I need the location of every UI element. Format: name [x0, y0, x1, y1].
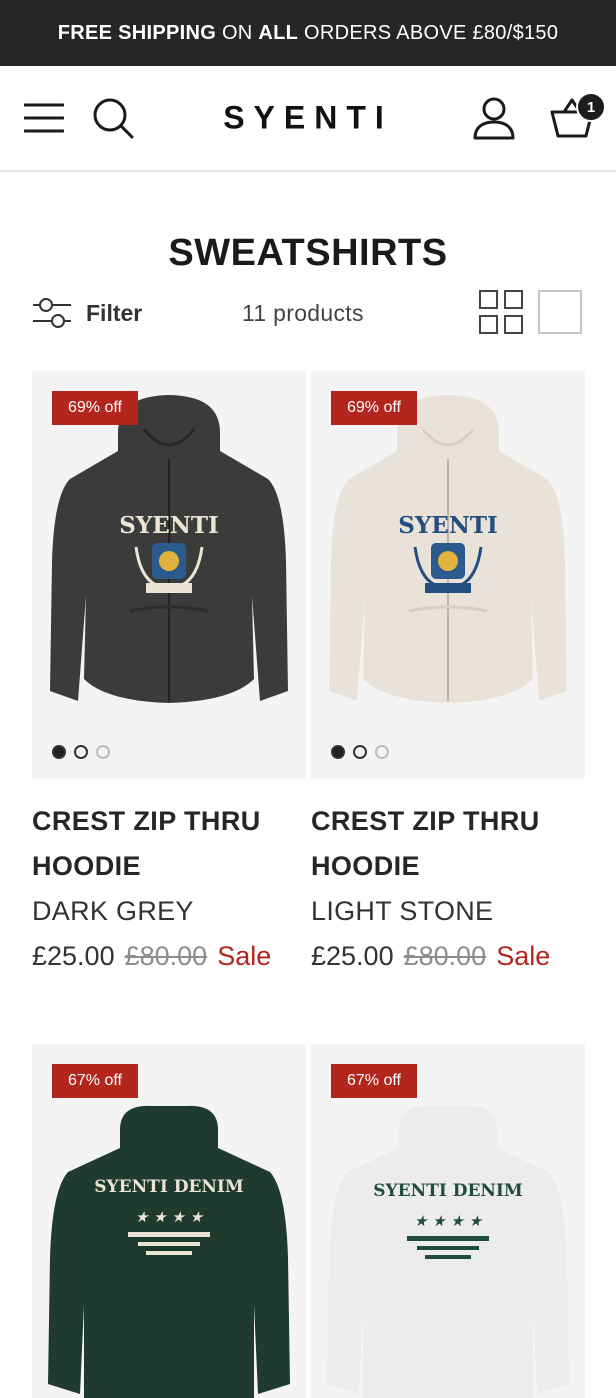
- discount-badge: 69% off: [331, 391, 417, 425]
- sale-label: Sale: [217, 941, 272, 971]
- discount-badge: 67% off: [52, 1064, 138, 1098]
- product-price-row: £25.00 £80.00 Sale: [311, 933, 585, 979]
- product-image[interactable]: SYENTI DENIM ★ ★ ★ ★ 67% off: [311, 1044, 585, 1398]
- carousel-dot[interactable]: [375, 745, 389, 759]
- svg-text:SYENTI DENIM: SYENTI DENIM: [373, 1181, 523, 1201]
- menu-button[interactable]: [24, 103, 64, 133]
- carousel-dot[interactable]: [96, 745, 110, 759]
- product-title[interactable]: CREST ZIP THRU HOODIE: [32, 799, 306, 889]
- product-color: LIGHT STONE: [311, 896, 494, 926]
- hamburger-icon: [24, 103, 64, 133]
- announcement-strong-2: ALL: [258, 21, 299, 44]
- svg-text:★ ★ ★ ★: ★ ★ ★ ★: [414, 1212, 484, 1230]
- filter-label: Filter: [86, 299, 143, 326]
- collection-title: SWEATSHIRTS: [168, 232, 448, 274]
- search-icon: [93, 98, 134, 139]
- svg-text:SYENTI: SYENTI: [398, 512, 497, 539]
- collection-toolbar: Filter 11 products: [32, 288, 584, 338]
- svg-text:SYENTI DENIM: SYENTI DENIM: [94, 1177, 244, 1197]
- grid-view-button[interactable]: [479, 290, 523, 339]
- product-card[interactable]: SYENTI DENIM ★ ★ ★ ★ 67% off: [32, 1044, 306, 1398]
- user-icon: [473, 97, 515, 140]
- cart-count-badge: 1: [576, 92, 606, 122]
- compare-price: £80.00: [403, 941, 487, 971]
- sliders-icon: [33, 298, 71, 328]
- carousel-dot[interactable]: [353, 745, 367, 759]
- zip-hoodie-image: SYENTI: [329, 395, 567, 703]
- carousel-dot[interactable]: [52, 745, 66, 759]
- carousel-dot[interactable]: [74, 745, 88, 759]
- filter-button[interactable]: Filter: [32, 288, 142, 338]
- product-color: DARK GREY: [32, 896, 194, 926]
- discount-badge: 69% off: [52, 391, 138, 425]
- product-card[interactable]: SYENTI 69% off CREST ZIP THRU HOODIE DAR…: [32, 371, 306, 979]
- sale-price: £25.00: [32, 941, 115, 971]
- site-header: SYENTI 1: [0, 66, 616, 172]
- announcement-text-1: ON: [216, 21, 259, 44]
- cart-button[interactable]: 1: [550, 92, 606, 138]
- product-title[interactable]: CREST ZIP THRU HOODIE: [311, 799, 585, 889]
- carousel-dot[interactable]: [331, 745, 345, 759]
- sale-price: £25.00: [311, 941, 394, 971]
- product-card[interactable]: SYENTI 69% off CREST ZIP THRU HOODIE LIG…: [311, 371, 585, 979]
- product-card[interactable]: SYENTI DENIM ★ ★ ★ ★ 67% off: [311, 1044, 585, 1398]
- image-carousel-dots[interactable]: [331, 745, 389, 759]
- zip-hoodie-image: SYENTI: [50, 395, 288, 703]
- svg-text:SYENTI: SYENTI: [119, 512, 218, 539]
- sale-label: Sale: [496, 941, 551, 971]
- discount-badge: 67% off: [331, 1064, 417, 1098]
- search-button[interactable]: [92, 97, 134, 139]
- announcement-bar: FREE SHIPPING ON ALL ORDERS ABOVE £80/$1…: [0, 0, 616, 66]
- account-button[interactable]: [472, 96, 516, 140]
- grid-view-icon: [479, 290, 523, 334]
- product-count: 11 products: [242, 299, 364, 326]
- announcement-text-2: ORDERS ABOVE £80/$150: [298, 21, 559, 44]
- compare-price: £80.00: [124, 941, 208, 971]
- product-image[interactable]: SYENTI 69% off: [311, 371, 585, 779]
- image-carousel-dots[interactable]: [52, 745, 110, 759]
- product-price-row: £25.00 £80.00 Sale: [32, 933, 306, 979]
- brand-logo[interactable]: SYENTI: [223, 100, 393, 137]
- announcement-strong-1: FREE SHIPPING: [57, 21, 217, 44]
- svg-text:★ ★ ★ ★: ★ ★ ★ ★: [135, 1208, 205, 1226]
- product-image[interactable]: SYENTI DENIM ★ ★ ★ ★ 67% off: [32, 1044, 306, 1398]
- single-view-button[interactable]: [538, 290, 582, 334]
- product-image[interactable]: SYENTI 69% off: [32, 371, 306, 779]
